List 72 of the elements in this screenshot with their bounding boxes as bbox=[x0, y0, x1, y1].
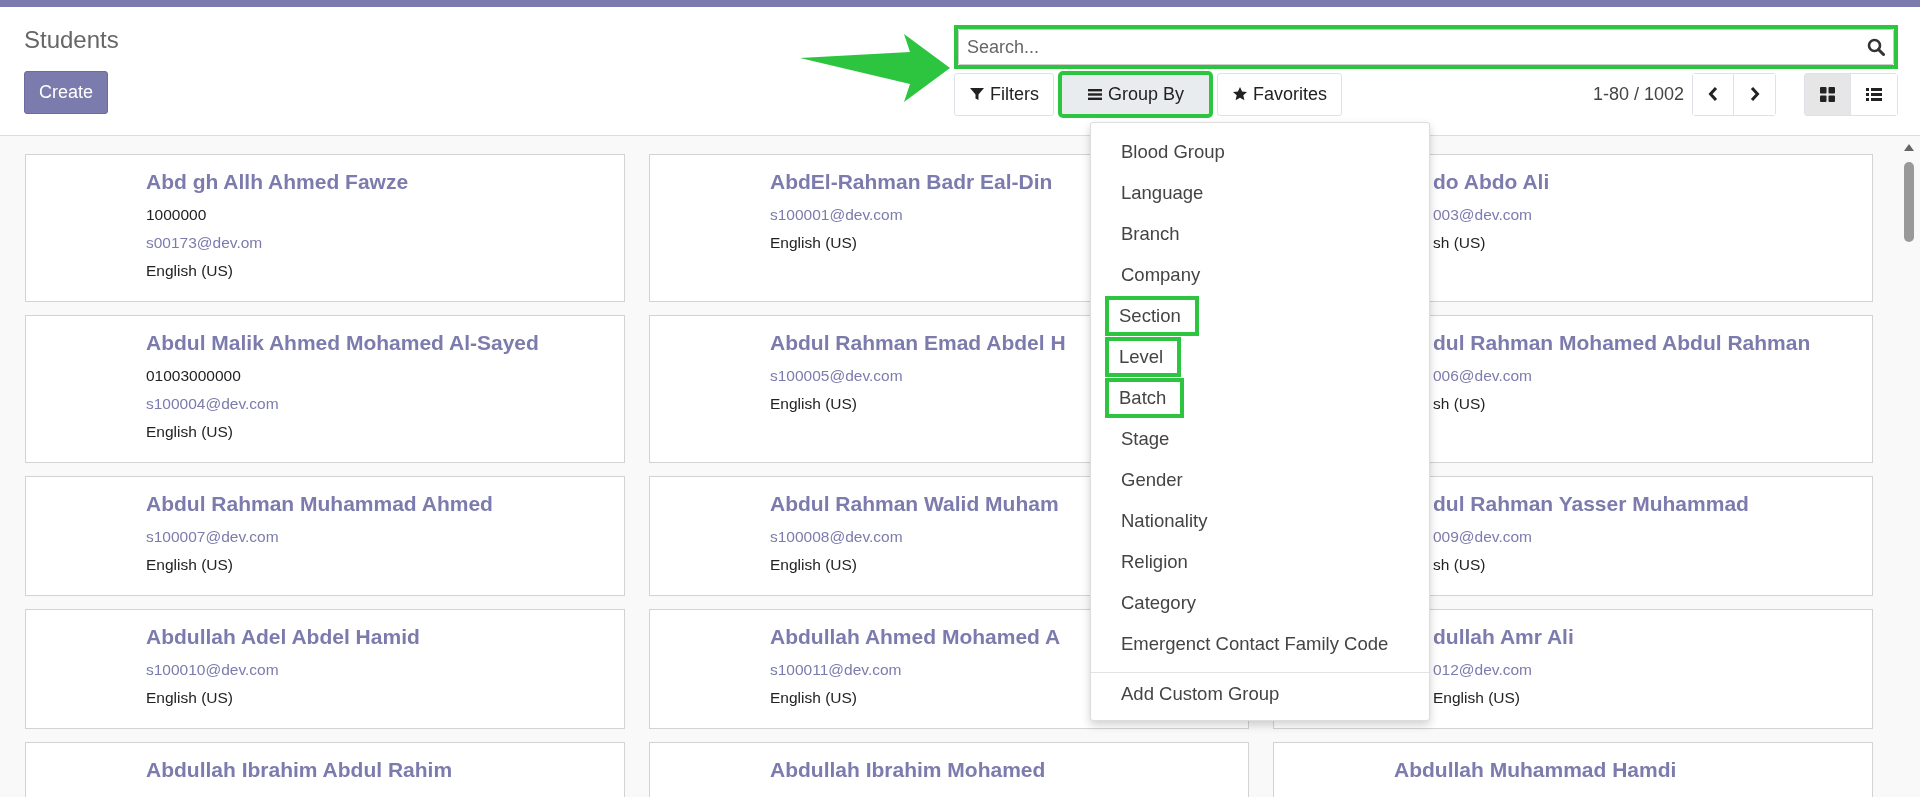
language-text: sh (US) bbox=[1433, 233, 1486, 253]
language-text: English (US) bbox=[146, 261, 233, 281]
chevron-right-icon bbox=[1749, 86, 1760, 102]
language-text: English (US) bbox=[1433, 688, 1520, 708]
search-option-button[interactable]: Group By bbox=[1060, 72, 1212, 116]
phone-number: 1000000 bbox=[146, 205, 207, 225]
student-name[interactable]: dullah Amr Ali bbox=[1433, 622, 1574, 652]
student-card[interactable]: Abdullah Ibrahim Abdul Rahim bbox=[25, 742, 625, 797]
language-text: English (US) bbox=[146, 555, 233, 575]
page-title: Students bbox=[24, 25, 119, 55]
search-option-button[interactable]: Favorites bbox=[1217, 72, 1343, 116]
star-icon bbox=[1232, 86, 1249, 102]
kanban-view-button[interactable] bbox=[1805, 73, 1851, 115]
search-option-button[interactable]: Filters bbox=[954, 72, 1054, 116]
grid-icon bbox=[1818, 85, 1837, 103]
email-link[interactable]: 003@dev.com bbox=[1433, 201, 1533, 229]
language-text: English (US) bbox=[770, 555, 857, 575]
student-name[interactable]: dul Rahman Yasser Muhammad bbox=[1433, 489, 1749, 519]
email-link[interactable]: 009@dev.com bbox=[1433, 523, 1533, 551]
search-field[interactable]: Search... bbox=[958, 29, 1894, 65]
pager-range: 1-80 / 1002 bbox=[1592, 83, 1684, 105]
student-name[interactable]: Abdul Rahman Emad Abdel H bbox=[770, 328, 1066, 358]
email-link[interactable]: 012@dev.com bbox=[1433, 656, 1533, 684]
student-name[interactable]: Abd gh Allh Ahmed Fawze bbox=[146, 167, 409, 197]
student-name[interactable]: Abdullah Adel Abdel Hamid bbox=[146, 622, 420, 652]
menu-item[interactable]: Religion bbox=[1121, 550, 1188, 573]
email-link[interactable]: s00173@dev.om bbox=[146, 229, 263, 257]
language-text: English (US) bbox=[770, 688, 857, 708]
chevron-left-icon bbox=[1708, 86, 1718, 102]
language-text: English (US) bbox=[146, 688, 233, 708]
previous-button[interactable] bbox=[1693, 73, 1734, 115]
scroll-up-icon[interactable] bbox=[1903, 142, 1915, 152]
menu-item[interactable]: Stage bbox=[1121, 427, 1170, 450]
funnel-icon bbox=[969, 86, 985, 102]
menu-icon bbox=[1087, 86, 1103, 102]
student-card[interactable]: Abd gh Allh Ahmed Fawze 1000000 s00173@dev.om English (US) bbox=[25, 154, 625, 302]
menu-item[interactable]: Language bbox=[1121, 181, 1204, 204]
menu-item[interactable]: Company bbox=[1121, 263, 1201, 286]
student-name[interactable]: Abdullah Ahmed Mohamed A bbox=[770, 622, 1061, 652]
email-link[interactable]: s100011@dev.com bbox=[770, 656, 902, 684]
student-name[interactable]: Abdul Rahman Walid Muham bbox=[770, 489, 1059, 519]
list-icon bbox=[1865, 85, 1883, 103]
email-link[interactable]: s100004@dev.com bbox=[146, 390, 279, 418]
email-link[interactable]: s100007@dev.com bbox=[146, 523, 279, 551]
student-name[interactable]: do Abdo Ali bbox=[1433, 167, 1550, 197]
student-name[interactable]: AbdEl-Rahman Badr Eal-Din bbox=[770, 167, 1053, 197]
student-name[interactable]: Abdullah Ibrahim Mohamed bbox=[770, 755, 1046, 785]
email-link[interactable]: s100001@dev.com bbox=[770, 201, 903, 229]
student-card[interactable]: Abdullah Adel Abdel Hamid s100010@dev.com English (US) bbox=[25, 609, 625, 729]
student-name[interactable]: Abdullah Muhammad Hamdi bbox=[1394, 755, 1677, 785]
language-text: sh (US) bbox=[1433, 555, 1486, 575]
email-link[interactable]: s100005@dev.com bbox=[770, 362, 903, 390]
student-name[interactable]: Abdullah Ibrahim Abdul Rahim bbox=[146, 755, 453, 785]
student-name[interactable]: Abdul Rahman Muhammad Ahmed bbox=[146, 489, 493, 519]
email-link[interactable]: s100010@dev.com bbox=[146, 656, 279, 684]
language-text: English (US) bbox=[770, 233, 857, 253]
menu-item[interactable]: Nationality bbox=[1121, 509, 1208, 532]
student-card[interactable]: Abdullah Muhammad Hamdi bbox=[1273, 742, 1873, 797]
student-card[interactable]: Abdullah Ibrahim Mohamed bbox=[649, 742, 1249, 797]
student-name[interactable]: dul Rahman Mohamed Abdul Rahman bbox=[1433, 328, 1811, 358]
language-text: sh (US) bbox=[1433, 394, 1486, 414]
student-card[interactable]: Abdul Malik Ahmed Mohamed Al-Sayed 01003000000 s100004@dev.com English (US) bbox=[25, 315, 625, 463]
email-link[interactable]: 006@dev.com bbox=[1433, 362, 1533, 390]
language-text: English (US) bbox=[146, 422, 233, 442]
student-card[interactable]: Abdul Rahman Muhammad Ahmed s100007@dev.com English (US) bbox=[25, 476, 625, 596]
student-name[interactable]: Abdul Malik Ahmed Mohamed Al-Sayed bbox=[146, 328, 539, 358]
menu-item[interactable]: Branch bbox=[1121, 222, 1180, 245]
language-text: English (US) bbox=[770, 394, 857, 414]
search-icon[interactable] bbox=[1867, 38, 1885, 56]
email-link[interactable]: s100008@dev.com bbox=[770, 523, 903, 551]
phone-number: 01003000000 bbox=[146, 366, 241, 386]
create-button[interactable]: Create bbox=[24, 71, 109, 114]
